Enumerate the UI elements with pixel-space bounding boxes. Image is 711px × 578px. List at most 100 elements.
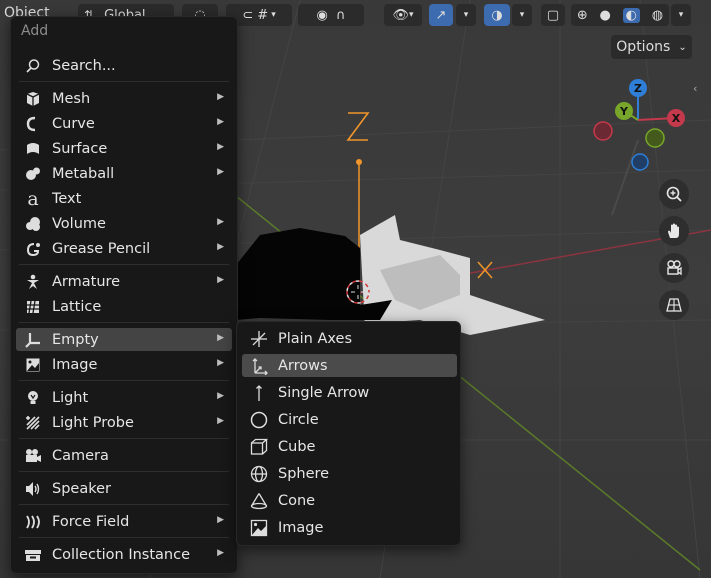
cone-icon xyxy=(248,491,270,511)
separator xyxy=(19,264,229,265)
submenu-item-plain-axes[interactable]: Plain Axes xyxy=(242,327,457,350)
single-arrow-icon xyxy=(248,383,270,403)
chevron-down-icon: ▾ xyxy=(408,10,414,20)
submenu-item-label: Arrows xyxy=(278,357,328,374)
wireframe-shading-icon[interactable]: ⊕ xyxy=(577,8,588,23)
gizmo-dropdown[interactable]: ▾ xyxy=(456,4,476,26)
gizmo-y-label: Y xyxy=(619,105,629,118)
shading-dropdown[interactable]: ▾ xyxy=(671,4,691,26)
separator xyxy=(19,81,229,82)
submenu-arrow-icon: ▶ xyxy=(217,515,224,525)
menu-item-curve[interactable]: Curve ▶ xyxy=(16,112,232,135)
eye-icon: 👁 xyxy=(392,7,409,23)
image-icon xyxy=(22,355,44,375)
menu-item-volume[interactable]: Volume ▶ xyxy=(16,212,232,235)
pan-hand-icon[interactable] xyxy=(659,216,689,246)
grease-pencil-icon xyxy=(22,239,44,259)
snap-grid-icon: # xyxy=(257,7,269,23)
visibility-dropdown[interactable]: 👁 ▾ xyxy=(384,4,422,26)
submenu-item-arrows[interactable]: Arrows xyxy=(242,354,457,377)
submenu-arrow-icon: ▶ xyxy=(217,117,224,127)
overlays-dropdown[interactable]: ▾ xyxy=(512,4,532,26)
gizmo-toggle[interactable]: ↗ xyxy=(429,4,453,26)
separator xyxy=(19,438,229,439)
empty-icon xyxy=(22,330,44,350)
overlays-icon: ◑ xyxy=(491,7,503,23)
menu-item-search[interactable]: Search... xyxy=(16,54,232,77)
camera-view-icon[interactable] xyxy=(659,253,689,283)
submenu-arrow-icon: ▶ xyxy=(217,167,224,177)
menu-item-armature[interactable]: Armature ▶ xyxy=(16,270,232,293)
text-icon: a xyxy=(27,187,39,210)
solid-shading-icon[interactable]: ● xyxy=(600,8,611,23)
menu-item-label: Armature xyxy=(52,273,121,290)
submenu-arrow-icon: ▶ xyxy=(217,416,224,426)
menu-item-light-probe[interactable]: Light Probe ▶ xyxy=(16,411,232,434)
menu-item-speaker[interactable]: Speaker xyxy=(16,477,232,500)
chevron-down-icon: ▾ xyxy=(519,10,525,20)
mesh-icon xyxy=(22,89,44,109)
menu-item-label: Surface xyxy=(52,140,108,157)
chevron-down-icon: ▾ xyxy=(463,10,469,20)
volume-icon xyxy=(22,214,44,234)
menu-item-label: Light Probe xyxy=(52,414,134,431)
menu-item-text[interactable]: a Text xyxy=(16,187,232,210)
submenu-item-label: Plain Axes xyxy=(278,330,353,347)
xray-icon: ▢ xyxy=(546,7,560,23)
proportional-edit-icon: ◉ xyxy=(316,7,328,23)
force-field-icon xyxy=(22,512,44,532)
arrows-icon xyxy=(248,356,270,376)
options-label: Options xyxy=(616,39,671,55)
submenu-arrow-icon: ▶ xyxy=(217,242,224,252)
separator xyxy=(19,504,229,505)
empty-submenu: Plain Axes Arrows Single Arrow Circle Cu… xyxy=(236,321,461,546)
menu-item-surface[interactable]: Surface ▶ xyxy=(16,137,232,160)
submenu-item-label: Circle xyxy=(278,411,319,428)
submenu-item-image[interactable]: Image xyxy=(242,516,457,539)
submenu-item-single-arrow[interactable]: Single Arrow xyxy=(242,381,457,404)
submenu-item-circle[interactable]: Circle xyxy=(242,408,457,431)
submenu-arrow-icon: ▶ xyxy=(217,548,224,558)
menu-item-lattice[interactable]: Lattice xyxy=(16,295,232,318)
options-dropdown[interactable]: Options ⌄ xyxy=(611,35,692,59)
sphere-icon xyxy=(248,464,270,484)
menu-item-label: Curve xyxy=(52,115,95,132)
menu-item-force-field[interactable]: Force Field ▶ xyxy=(16,510,232,533)
menu-item-label: Collection Instance xyxy=(52,546,191,563)
menu-item-label: Text xyxy=(52,190,82,207)
submenu-item-cube[interactable]: Cube xyxy=(242,435,457,458)
overlays-toggle[interactable]: ◑ xyxy=(484,4,510,26)
submenu-item-sphere[interactable]: Sphere xyxy=(242,462,457,485)
gizmo-x-label: X xyxy=(672,112,681,125)
submenu-item-cone[interactable]: Cone xyxy=(242,489,457,512)
light-probe-icon xyxy=(22,413,44,433)
armature-icon xyxy=(22,272,44,292)
camera-icon xyxy=(22,446,44,466)
submenu-arrow-icon: ▶ xyxy=(217,391,224,401)
sidebar-toggle-icon[interactable]: ‹ xyxy=(693,82,697,95)
speaker-icon xyxy=(22,479,44,499)
menu-item-empty[interactable]: Empty ▶ xyxy=(16,328,232,351)
menu-item-mesh[interactable]: Mesh ▶ xyxy=(16,87,232,110)
menu-item-label: Empty xyxy=(52,331,99,348)
cube-icon xyxy=(248,437,270,457)
xray-toggle[interactable]: ▢ xyxy=(541,4,565,26)
menu-item-metaball[interactable]: Metaball ▶ xyxy=(16,162,232,185)
menu-item-light[interactable]: Light ▶ xyxy=(16,386,232,409)
perspective-grid-icon[interactable] xyxy=(659,290,689,320)
menu-item-image[interactable]: Image ▶ xyxy=(16,353,232,376)
collection-instance-icon xyxy=(22,545,44,565)
add-menu: Add Search... Mesh ▶ Curve ▶ Surface ▶ M… xyxy=(10,16,238,574)
zoom-icon[interactable] xyxy=(659,179,689,209)
rendered-shading-icon[interactable]: ◍ xyxy=(652,8,663,23)
metaball-icon xyxy=(22,164,44,184)
submenu-arrow-icon: ▶ xyxy=(217,275,224,285)
menu-item-grease-pencil[interactable]: Grease Pencil ▶ xyxy=(16,237,232,260)
shading-modes[interactable]: ⊕ ● ◐ ◍ xyxy=(571,4,669,26)
proportional-editing[interactable]: ◉ ∩ xyxy=(298,4,364,26)
menu-item-camera[interactable]: Camera xyxy=(16,444,232,467)
submenu-item-label: Image xyxy=(278,519,324,536)
menu-item-collection-instance[interactable]: Collection Instance ▶ xyxy=(16,543,232,566)
submenu-item-label: Single Arrow xyxy=(278,384,370,401)
material-shading-icon[interactable]: ◐ xyxy=(622,7,640,23)
